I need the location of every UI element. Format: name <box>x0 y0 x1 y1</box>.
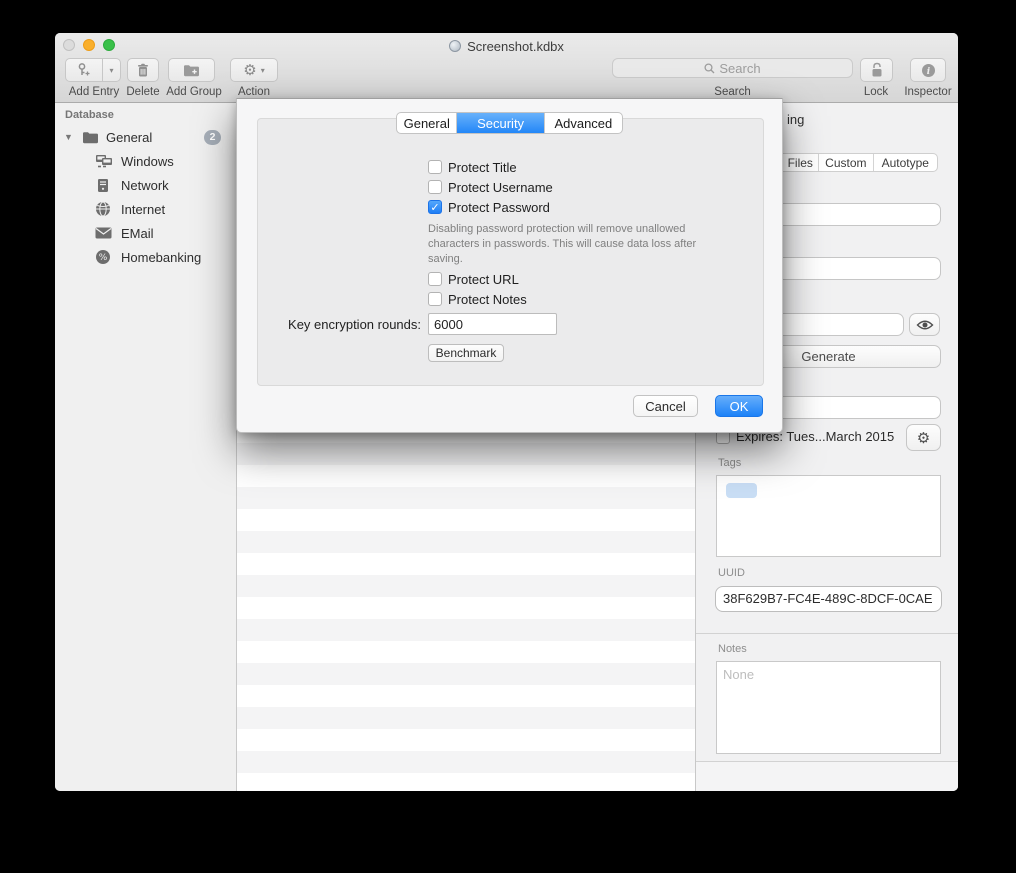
sidebar: Database ▼ General 2 Windows <box>55 103 237 791</box>
key-plus-icon <box>76 62 92 78</box>
action-label: Action <box>230 86 278 98</box>
search-placeholder: Search <box>719 61 760 76</box>
show-password-button[interactable] <box>909 313 940 336</box>
desktop-background: Screenshot.kdbx ▾ Add Entry <box>0 0 1016 873</box>
inspector-button[interactable]: i <box>910 58 946 82</box>
divider <box>696 633 958 634</box>
eye-icon <box>916 319 934 331</box>
svg-text:%: % <box>99 253 108 263</box>
group-label: Network <box>121 178 169 193</box>
protect-notes-checkbox[interactable] <box>428 292 442 306</box>
uuid-label: UUID <box>718 567 745 579</box>
tag-token[interactable] <box>726 483 757 498</box>
protect-password-row: ✓ Protect Password <box>428 200 550 214</box>
checkbox-label: Protect Password <box>448 200 550 215</box>
unlock-icon <box>870 62 884 78</box>
group-label: Internet <box>121 202 165 217</box>
percent-icon: % <box>95 249 111 265</box>
protect-username-row: Protect Username <box>428 180 553 194</box>
checkbox-label: Protect URL <box>448 272 519 287</box>
group-label: Windows <box>121 154 174 169</box>
folder-icon <box>82 131 99 144</box>
sidebar-item-network[interactable]: Network <box>55 173 236 197</box>
chevron-down-icon: ▾ <box>261 66 265 75</box>
entry-count-badge: 2 <box>204 130 221 145</box>
trash-icon <box>136 63 150 78</box>
group-label: EMail <box>121 226 154 241</box>
svg-text:i: i <box>926 67 930 77</box>
tab-general[interactable]: General <box>397 113 456 133</box>
protect-notes-row: Protect Notes <box>428 292 527 306</box>
protect-url-row: Protect URL <box>428 272 519 286</box>
tags-box[interactable] <box>716 475 941 557</box>
tab-files[interactable]: Files <box>781 154 818 171</box>
titlebar: Screenshot.kdbx ▾ Add Entry <box>55 33 958 103</box>
password-protection-warning: Disabling password protection will remov… <box>428 222 773 267</box>
server-icon <box>97 178 109 193</box>
inspector-footer <box>696 762 958 791</box>
delete-button[interactable] <box>127 58 159 82</box>
action-button[interactable]: ⚙ ▾ <box>230 58 278 82</box>
inspector-entry-title: ing <box>787 112 804 127</box>
windows-network-icon <box>95 154 113 168</box>
sidebar-item-homebanking[interactable]: % Homebanking <box>55 245 236 269</box>
add-group-button[interactable] <box>168 58 215 82</box>
protect-title-checkbox[interactable] <box>428 160 442 174</box>
cancel-label: Cancel <box>645 399 685 414</box>
group-label: Homebanking <box>121 250 201 265</box>
key-encryption-rounds-label: Key encryption rounds: <box>257 317 421 332</box>
globe-icon <box>95 201 111 217</box>
tab-security[interactable]: Security <box>456 113 543 133</box>
expires-settings-button[interactable]: ⚙ <box>906 424 941 451</box>
group-label: General <box>106 130 152 145</box>
checkbox-label: Protect Title <box>448 160 517 175</box>
sidebar-item-general[interactable]: ▼ General 2 <box>55 125 236 149</box>
tab-autotype[interactable]: Autotype <box>873 154 937 171</box>
sidebar-item-windows[interactable]: Windows <box>55 149 236 173</box>
ok-button[interactable]: OK <box>715 395 763 417</box>
search-label: Search <box>655 86 810 98</box>
tab-advanced[interactable]: Advanced <box>544 113 622 133</box>
generate-label: Generate <box>801 349 855 364</box>
dialog-tab-bar: General Security Advanced <box>396 112 623 134</box>
tab-custom[interactable]: Custom <box>818 154 873 171</box>
uuid-field[interactable]: 38F629B7-FC4E-489C-8DCF-0CAE <box>715 586 942 612</box>
info-icon: i <box>921 63 936 78</box>
add-entry-dropdown[interactable]: ▾ <box>102 59 120 81</box>
search-input[interactable]: Search <box>612 58 853 78</box>
database-settings-dialog: General Security Advanced Protect Title … <box>236 98 783 433</box>
chevron-down-icon: ▾ <box>109 66 113 75</box>
cancel-button[interactable]: Cancel <box>633 395 698 417</box>
folder-plus-icon <box>183 64 200 77</box>
add-entry-button[interactable]: ▾ <box>65 58 121 82</box>
checkbox-label: Protect Username <box>448 180 553 195</box>
tags-label: Tags <box>718 457 741 469</box>
disclosure-triangle-icon[interactable]: ▼ <box>64 132 73 142</box>
envelope-icon <box>95 227 112 239</box>
protect-title-row: Protect Title <box>428 160 517 174</box>
lock-button[interactable] <box>860 58 893 82</box>
benchmark-button[interactable]: Benchmark <box>428 344 504 362</box>
sidebar-item-internet[interactable]: Internet <box>55 197 236 221</box>
key-encryption-rounds-input[interactable] <box>428 313 557 335</box>
search-icon <box>704 63 715 74</box>
checkbox-label: Protect Notes <box>448 292 527 307</box>
sidebar-header: Database <box>65 109 114 121</box>
lock-label: Lock <box>848 86 904 98</box>
benchmark-label: Benchmark <box>436 346 497 360</box>
notes-field[interactable] <box>716 661 941 754</box>
sidebar-item-email[interactable]: EMail <box>55 221 236 245</box>
gear-icon: ⚙ <box>917 429 930 447</box>
protect-password-checkbox[interactable]: ✓ <box>428 200 442 214</box>
ok-label: OK <box>730 399 749 414</box>
window-title: Screenshot.kdbx <box>467 39 564 54</box>
protect-url-checkbox[interactable] <box>428 272 442 286</box>
app-window: Screenshot.kdbx ▾ Add Entry <box>55 33 958 791</box>
notes-label: Notes <box>718 643 747 655</box>
inspector-label: Inspector <box>900 86 956 98</box>
protect-username-checkbox[interactable] <box>428 180 442 194</box>
document-proxy-icon <box>449 40 461 52</box>
add-group-label: Add Group <box>163 86 225 98</box>
gear-icon: ⚙ <box>243 61 256 79</box>
